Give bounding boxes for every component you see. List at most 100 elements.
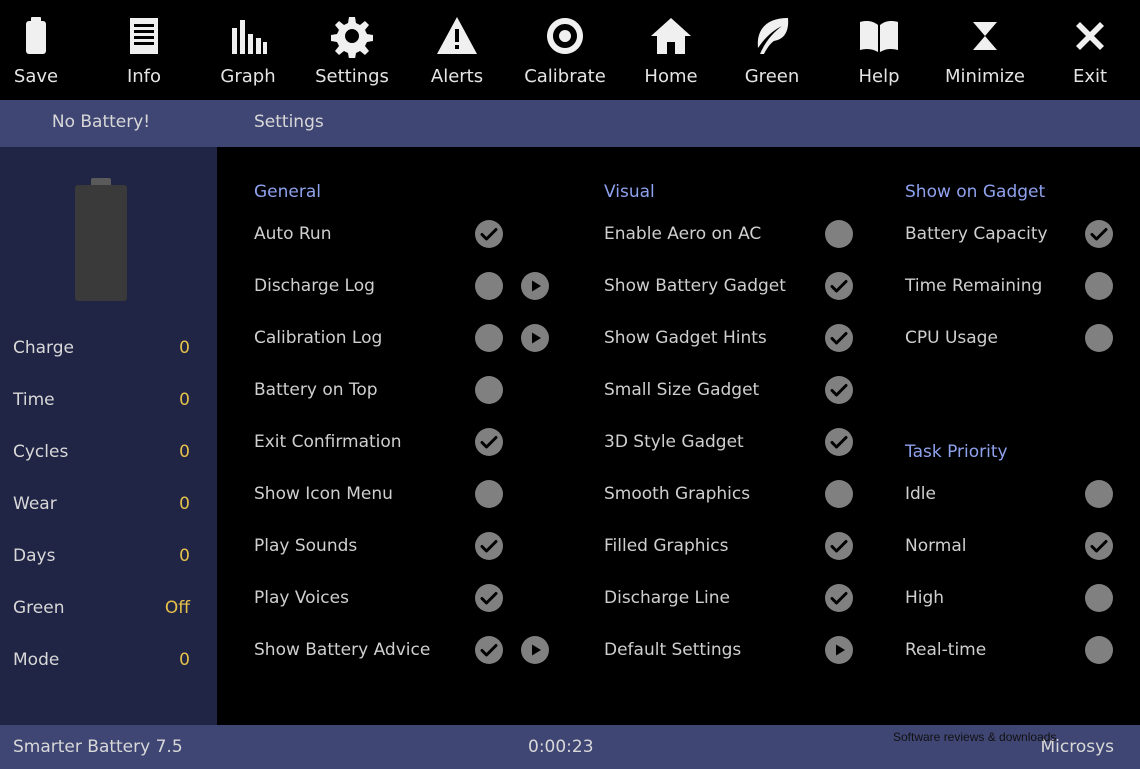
toggle-idle[interactable]	[1085, 480, 1113, 508]
toggle-normal[interactable]	[1085, 532, 1113, 560]
option-label-show-gadget-hints: Show Gadget Hints	[604, 328, 767, 348]
info-label: Info	[126, 66, 162, 87]
stat-label: Cycles	[13, 442, 69, 462]
toggle-cpu-usage[interactable]	[1085, 324, 1113, 352]
option-label-play-sounds: Play Sounds	[254, 536, 358, 556]
option-label-default-settings: Default Settings	[604, 640, 742, 660]
stat-label: Days	[13, 546, 56, 566]
stat-green: Green Off	[13, 598, 190, 624]
settings-panel: General Auto Run Discharge Log Calibration …	[217, 147, 1140, 725]
home-button[interactable]: Home	[621, 0, 721, 100]
exit-button[interactable]: Exit	[1040, 0, 1140, 100]
bar-graph-icon	[226, 14, 270, 58]
elapsed-time: 0:00:23	[528, 737, 594, 757]
option-label-play-voices: Play Voices	[254, 588, 349, 608]
stat-value: Off	[164, 598, 190, 618]
help-label: Help	[858, 66, 900, 87]
settings-label: Settings	[315, 66, 389, 87]
battery-graphic-icon	[75, 178, 127, 301]
option-label-exit-confirmation: Exit Confirmation	[254, 432, 402, 452]
stat-cycles: Cycles 0	[13, 442, 190, 468]
option-label-real-time: Real-time	[905, 640, 987, 660]
document-icon	[122, 14, 166, 58]
watermark-tagline: Software reviews & downloads	[893, 730, 1057, 744]
minimize-label: Minimize	[945, 66, 1025, 87]
play-discharge-log-button[interactable]	[521, 272, 549, 300]
exit-label: Exit	[1072, 66, 1108, 87]
save-button[interactable]: Save	[0, 0, 86, 100]
option-label-normal: Normal	[905, 536, 967, 556]
minimize-button[interactable]: Minimize	[935, 0, 1035, 100]
stat-value: 0	[179, 390, 190, 410]
toggle-play-sounds[interactable]	[475, 532, 503, 560]
calibrate-button[interactable]: Calibrate	[515, 0, 615, 100]
watermark: Software reviews & downloads	[893, 703, 1125, 744]
stat-value: 0	[179, 494, 190, 514]
option-label-show-battery-advice: Show Battery Advice	[254, 640, 431, 660]
toggle-show-icon-menu[interactable]	[475, 480, 503, 508]
stat-time: Time 0	[13, 390, 190, 416]
toggle-high[interactable]	[1085, 584, 1113, 612]
toggle-exit-confirmation[interactable]	[475, 428, 503, 456]
header-bar: No Battery! Settings	[0, 100, 1140, 147]
toggle-filled-graphics[interactable]	[825, 532, 853, 560]
option-label-3d-style-gadget: 3D Style Gadget	[604, 432, 744, 452]
toggle-auto-run[interactable]	[475, 220, 503, 248]
toggle-small-size-gadget[interactable]	[825, 376, 853, 404]
option-label-filled-graphics: Filled Graphics	[604, 536, 729, 556]
gear-icon	[330, 14, 374, 58]
toggle-battery-capacity[interactable]	[1085, 220, 1113, 248]
page-title: Settings	[254, 112, 324, 132]
info-button[interactable]: Info	[94, 0, 194, 100]
toggle-3d-style-gadget[interactable]	[825, 428, 853, 456]
play-calibration-log-button[interactable]	[521, 324, 549, 352]
option-label-time-remaining: Time Remaining	[905, 276, 1043, 296]
play-default-settings-button[interactable]	[825, 636, 853, 664]
green-button[interactable]: Green	[722, 0, 822, 100]
battery-icon	[14, 14, 58, 58]
toggle-discharge-line[interactable]	[825, 584, 853, 612]
toggle-show-gadget-hints[interactable]	[825, 324, 853, 352]
alerts-button[interactable]: Alerts	[407, 0, 507, 100]
option-label-show-battery-gadget: Show Battery Gadget	[604, 276, 786, 296]
sidebar: Charge 0 Time 0 Cycles 0 Wear 0 Days 0 Green O…	[0, 147, 217, 725]
settings-button[interactable]: Settings	[302, 0, 402, 100]
toggle-calibration-log[interactable]	[475, 324, 503, 352]
visual-heading: Visual	[604, 182, 655, 202]
save-label: Save	[13, 66, 59, 87]
book-icon	[857, 14, 901, 58]
toggle-smooth-graphics[interactable]	[825, 480, 853, 508]
graph-button[interactable]: Graph	[198, 0, 298, 100]
option-label-smooth-graphics: Smooth Graphics	[604, 484, 751, 504]
toggle-time-remaining[interactable]	[1085, 272, 1113, 300]
toggle-play-voices[interactable]	[475, 584, 503, 612]
stat-value: 0	[179, 650, 190, 670]
option-label-discharge-log: Discharge Log	[254, 276, 375, 296]
toggle-battery-on-top[interactable]	[475, 376, 503, 404]
toggle-enable-aero-on-ac[interactable]	[825, 220, 853, 248]
toggle-show-battery-advice[interactable]	[475, 636, 503, 664]
leaf-icon	[750, 14, 794, 58]
stat-value: 0	[179, 442, 190, 462]
stat-wear: Wear 0	[13, 494, 190, 520]
stat-label: Mode	[13, 650, 60, 670]
option-label-auto-run: Auto Run	[254, 224, 332, 244]
toggle-discharge-log[interactable]	[475, 272, 503, 300]
stat-label: Time	[13, 390, 55, 410]
option-label-cpu-usage: CPU Usage	[905, 328, 998, 348]
toolbar: Save Info Graph Settings Alerts Calibrat…	[0, 0, 1140, 100]
minimize-icon	[963, 14, 1007, 58]
toggle-real-time[interactable]	[1085, 636, 1113, 664]
stat-mode: Mode 0	[13, 650, 190, 676]
alerts-label: Alerts	[430, 66, 484, 87]
toggle-show-battery-gadget[interactable]	[825, 272, 853, 300]
close-icon	[1068, 14, 1112, 58]
stat-label: Green	[13, 598, 65, 618]
target-icon	[543, 14, 587, 58]
home-icon	[649, 14, 693, 58]
graph-label: Graph	[220, 66, 276, 87]
help-button[interactable]: Help	[829, 0, 929, 100]
warning-icon	[435, 14, 479, 58]
play-show-battery-advice-button[interactable]	[521, 636, 549, 664]
option-label-battery-on-top: Battery on Top	[254, 380, 378, 400]
